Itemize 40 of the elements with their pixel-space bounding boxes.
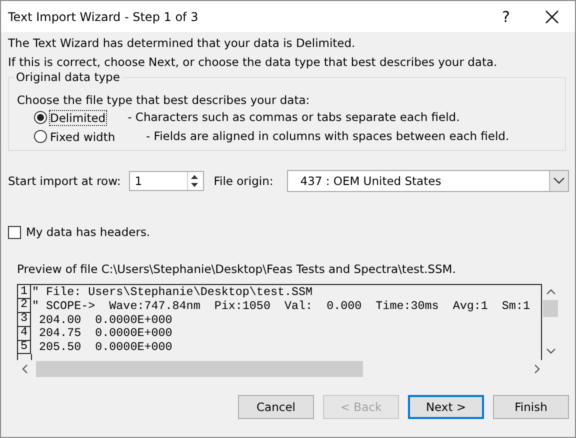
line-number: 2 — [18, 298, 31, 314]
chevron-down-icon[interactable] — [546, 348, 556, 355]
option-description: - Characters such as commas or tabs separate each field. — [128, 110, 460, 125]
dialog-button[interactable]: Cancel — [238, 395, 314, 419]
chevron-up-icon[interactable] — [546, 288, 556, 295]
instruction-text: If this is correct, choose Next, or choose the data type that best describes your data. — [8, 55, 498, 70]
line-number: 1 — [18, 285, 31, 300]
preview-line: " File: Users\Stephanie\Desktop\test.SSM — [31, 285, 313, 299]
group-legend: Original data type — [14, 70, 122, 85]
file-origin-dropdown[interactable]: 437 : OEM United States — [287, 170, 569, 192]
line-number: 3 — [18, 312, 31, 327]
line-number: 4 — [18, 326, 31, 341]
dialog-button[interactable]: Next > — [408, 395, 484, 419]
option-description: - Fields are aligned in columns with spaces between each field. — [146, 129, 510, 144]
preview-line: 204.00 0.0000E+000 — [38, 312, 172, 326]
preview-line: 204.75 0.0000E+000 — [38, 326, 172, 340]
file-origin-label: File origin: — [214, 174, 274, 188]
checkbox[interactable] — [8, 226, 21, 238]
close-icon — [545, 10, 559, 24]
chevron-down-icon — [553, 177, 565, 185]
dialog-button[interactable]: Finish — [493, 395, 569, 419]
start-row-spinner[interactable]: 1 — [128, 171, 204, 191]
radio-button[interactable] — [34, 111, 47, 124]
preview-line: 205.50 0.0000E+000 — [38, 340, 172, 354]
start-row-label: Start import at row: — [8, 174, 121, 188]
scroll-thumb[interactable] — [543, 300, 558, 317]
checkbox-label[interactable]: My data has headers. — [26, 224, 150, 240]
preview-line: " SCOPE-> Wave:747.84nm Pix:1050 Val: 0.000 Time:30ms Avg:1 Sm:1 — [31, 298, 530, 313]
chevron-left-icon[interactable] — [21, 364, 28, 374]
radio-label[interactable]: Delimited — [50, 110, 106, 124]
window-title: Text Import Wizard - Step 1 of 3 — [8, 10, 200, 24]
line-number: 5 — [18, 340, 31, 354]
help-button[interactable]: ? — [483, 1, 529, 32]
radio-button[interactable] — [34, 130, 47, 143]
group-prompt: Choose the file type that best describes your data: — [17, 93, 311, 108]
radio-label[interactable]: Fixed width — [50, 130, 146, 144]
chevron-right-icon[interactable] — [534, 364, 541, 374]
instruction-text: The Text Wizard has determined that your data is Delimited. — [8, 36, 356, 51]
preview-caption: Preview of file C:\Users\Stephanie\Desktop\Feas Tests and Spectra\test.SSM. — [17, 262, 457, 277]
scroll-thumb[interactable] — [36, 360, 363, 376]
